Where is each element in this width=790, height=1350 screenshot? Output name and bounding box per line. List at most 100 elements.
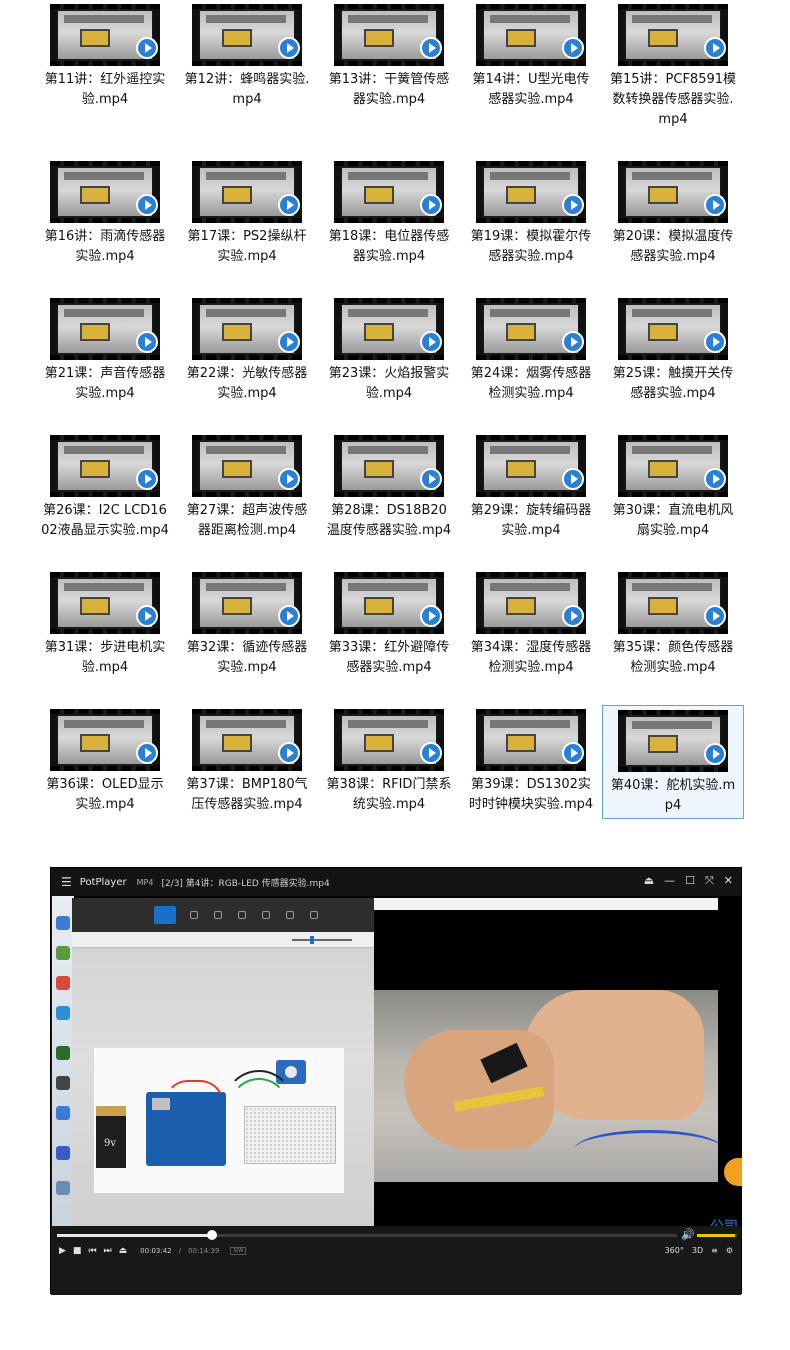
video-file-item[interactable]: 第33课：红外避障传感器实验.mp4 bbox=[318, 568, 460, 705]
play-icon bbox=[562, 331, 584, 353]
video-file-item[interactable]: 第32课：循迹传感器实验.mp4 bbox=[176, 568, 318, 705]
film-strip-left bbox=[50, 9, 57, 61]
file-grid: 第11讲：红外遥控实验.mp4 第12讲：蜂鸣器实验.mp4 第13讲：干簧管传感器… bbox=[34, 0, 754, 840]
video-file-item[interactable]: 第12讲：蜂鸣器实验.mp4 bbox=[176, 0, 318, 157]
file-name: 第20课：模拟温度传感器实验.mp4 bbox=[612, 229, 734, 264]
paint3d-window: 9v bbox=[72, 898, 374, 1226]
play-icon bbox=[136, 194, 158, 216]
film-strip-left bbox=[192, 9, 199, 61]
fullscreen-icon[interactable]: ⤧ bbox=[705, 874, 714, 888]
3d-button[interactable]: 3D bbox=[692, 1246, 703, 1255]
settings-icon[interactable]: ⚙ bbox=[726, 1246, 733, 1255]
play-icon[interactable]: ▶ bbox=[59, 1246, 66, 1256]
video-file-item[interactable]: 第34课：湿度传感器检测实验.mp4 bbox=[460, 568, 602, 705]
maximize-icon[interactable]: ☐ bbox=[685, 874, 695, 888]
video-title: [2/3] 第4讲：RGB-LED 传感器实验.mp4 bbox=[161, 878, 330, 889]
playlist-icon[interactable]: ≡ bbox=[711, 1246, 718, 1255]
eject-icon[interactable]: ⏏ bbox=[119, 1246, 128, 1256]
video-file-item[interactable]: 第27课：超声波传感器距离检测.mp4 bbox=[176, 431, 318, 568]
close-icon[interactable]: ✕ bbox=[724, 874, 733, 888]
video-thumbnail bbox=[192, 4, 302, 66]
pin-icon[interactable]: ⏏ bbox=[644, 874, 654, 888]
desktop-app-icon bbox=[56, 976, 70, 990]
video-file-item[interactable]: 第24课：烟雾传感器检测实验.mp4 bbox=[460, 294, 602, 431]
video-file-item[interactable]: 第26课：I2C LCD1602液晶显示实验.mp4 bbox=[34, 431, 176, 568]
file-name: 第28课：DS18B20温度传感器实验.mp4 bbox=[326, 503, 452, 538]
video-file-item[interactable]: 第20课：模拟温度传感器实验.mp4 bbox=[602, 157, 744, 294]
video-file-item[interactable]: 第21课：声音传感器实验.mp4 bbox=[34, 294, 176, 431]
video-file-item[interactable]: 第29课：旋转编码器实验.mp4 bbox=[460, 431, 602, 568]
file-name: 第11讲：红外遥控实验.mp4 bbox=[44, 72, 166, 107]
tool-icon[interactable] bbox=[190, 911, 198, 919]
tool-icon[interactable] bbox=[238, 911, 246, 919]
video-file-item[interactable]: 第36课：OLED显示实验.mp4 bbox=[34, 705, 176, 840]
video-file-item[interactable]: 第37课：BMP180气压传感器实验.mp4 bbox=[176, 705, 318, 840]
previous-icon[interactable]: ⏮ bbox=[88, 1246, 96, 1256]
desktop-app-icon bbox=[56, 1046, 70, 1060]
codec-badge[interactable]: S/W bbox=[230, 1247, 247, 1255]
right-controls: 360° 3D ≡ ⚙ bbox=[665, 1246, 733, 1255]
video-thumbnail bbox=[334, 4, 444, 66]
video-file-item[interactable]: 第35课：颜色传感器检测实验.mp4 bbox=[602, 568, 744, 705]
video-thumbnail bbox=[618, 572, 728, 634]
seek-bar[interactable] bbox=[57, 1230, 677, 1240]
video-file-item[interactable]: 第14讲：U型光电传感器实验.mp4 bbox=[460, 0, 602, 157]
video-file-item[interactable]: 第19课：模拟霍尔传感器实验.mp4 bbox=[460, 157, 602, 294]
file-name: 第21课：声音传感器实验.mp4 bbox=[44, 366, 166, 401]
volume-slider[interactable] bbox=[697, 1234, 737, 1237]
stop-icon[interactable]: ■ bbox=[73, 1246, 82, 1256]
film-strip-left bbox=[476, 166, 483, 218]
video-file-item[interactable]: 第28课：DS18B20温度传感器实验.mp4 bbox=[318, 431, 460, 568]
video-thumbnail bbox=[334, 161, 444, 223]
volume-icon[interactable]: 🔊 bbox=[681, 1228, 695, 1241]
tool-icon[interactable] bbox=[286, 911, 294, 919]
video-file-item[interactable]: 第15讲：PCF8591模数转换器传感器实验.mp4 bbox=[602, 0, 744, 157]
file-name: 第23课：火焰报警实验.mp4 bbox=[328, 366, 450, 401]
menu-icon[interactable]: ☰ bbox=[61, 875, 72, 889]
vr-360-button[interactable]: 360° bbox=[665, 1246, 684, 1255]
video-thumbnail bbox=[618, 4, 728, 66]
file-name: 第19课：模拟霍尔传感器实验.mp4 bbox=[470, 229, 592, 264]
tool-icon[interactable] bbox=[262, 911, 270, 919]
app-toolbar bbox=[72, 898, 374, 932]
video-thumbnail bbox=[50, 161, 160, 223]
tool-icon[interactable] bbox=[214, 911, 222, 919]
format-label: MP4 bbox=[136, 877, 154, 887]
video-thumbnail bbox=[50, 435, 160, 497]
video-file-item[interactable]: 第31课：步进电机实验.mp4 bbox=[34, 568, 176, 705]
file-name: 第12讲：蜂鸣器实验.mp4 bbox=[184, 72, 310, 107]
video-file-item[interactable]: 第30课：直流电机风扇实验.mp4 bbox=[602, 431, 744, 568]
video-thumbnail bbox=[334, 709, 444, 771]
video-file-item[interactable]: 第23课：火焰报警实验.mp4 bbox=[318, 294, 460, 431]
zoom-slider[interactable] bbox=[292, 936, 352, 944]
video-file-item[interactable]: 第11讲：红外遥控实验.mp4 bbox=[34, 0, 176, 157]
battery: 9v bbox=[96, 1106, 126, 1168]
video-file-item[interactable]: 第40课：舵机实验.mp4 bbox=[602, 705, 744, 819]
tool-icon[interactable] bbox=[310, 911, 318, 919]
play-icon bbox=[562, 37, 584, 59]
video-thumbnail bbox=[476, 298, 586, 360]
player-titlebar[interactable]: ☰ PotPlayer MP4 [2/3] 第4讲：RGB-LED 传感器实验.… bbox=[51, 868, 741, 896]
video-file-item[interactable]: 第39课：DS1302实时时钟模块实验.mp4 bbox=[460, 705, 602, 840]
video-file-item[interactable]: 第16讲：雨滴传感器实验.mp4 bbox=[34, 157, 176, 294]
video-thumbnail bbox=[50, 572, 160, 634]
video-frame[interactable]: 9v 公司 bbox=[52, 896, 742, 1235]
circuit-image: 9v bbox=[94, 1048, 344, 1193]
file-name: 第30课：直流电机风扇实验.mp4 bbox=[612, 503, 734, 538]
video-file-item[interactable]: 第25课：触摸开关传感器实验.mp4 bbox=[602, 294, 744, 431]
video-file-item[interactable]: 第17课：PS2操纵杆实验.mp4 bbox=[176, 157, 318, 294]
video-file-item[interactable]: 第13讲：干簧管传感器实验.mp4 bbox=[318, 0, 460, 157]
minimize-icon[interactable]: — bbox=[664, 874, 675, 888]
video-file-item[interactable]: 第22课：光敏传感器实验.mp4 bbox=[176, 294, 318, 431]
file-name: 第14讲：U型光电传感器实验.mp4 bbox=[472, 72, 590, 107]
video-file-item[interactable]: 第18课：电位器传感器实验.mp4 bbox=[318, 157, 460, 294]
seek-bar-knob[interactable] bbox=[207, 1230, 217, 1240]
play-icon bbox=[420, 742, 442, 764]
video-file-item[interactable]: 第38课：RFID门禁系统实验.mp4 bbox=[318, 705, 460, 840]
battery-label: 9v bbox=[104, 1138, 117, 1149]
potplayer-window: ☰ PotPlayer MP4 [2/3] 第4讲：RGB-LED 传感器实验.… bbox=[50, 867, 742, 1295]
app-subbar bbox=[72, 932, 374, 948]
film-strip-left bbox=[50, 166, 57, 218]
brush-tool-icon[interactable] bbox=[154, 906, 176, 924]
next-icon[interactable]: ⏭ bbox=[104, 1246, 112, 1256]
